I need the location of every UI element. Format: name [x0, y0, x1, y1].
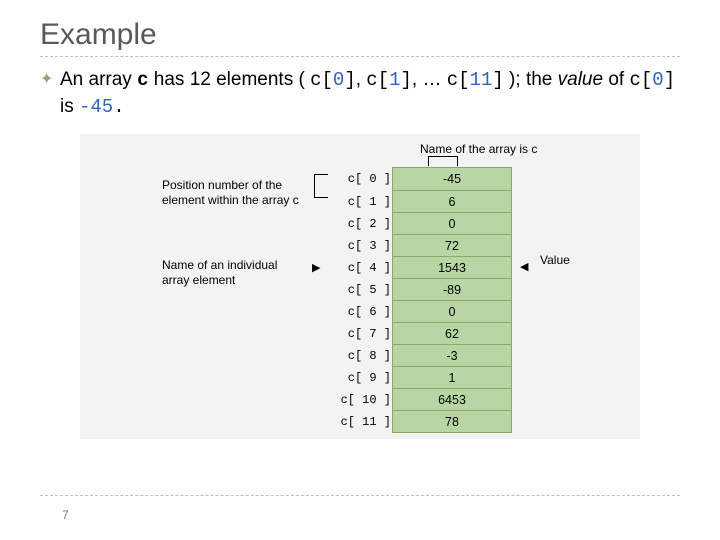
row-label: c[ 11 ] — [337, 411, 391, 433]
t: ); the — [504, 69, 558, 90]
val-l: c[ — [629, 69, 652, 91]
ex1-r: ] — [401, 69, 412, 91]
array-figure: Name of the array is c Position number o… — [80, 134, 640, 439]
row-label: c[ 0 ] — [337, 168, 391, 190]
ann-position-connector — [314, 174, 328, 198]
t: of — [603, 69, 629, 90]
table-row: c[ 9 ]1 — [393, 366, 511, 388]
row-label: c[ 9 ] — [337, 367, 391, 389]
row-label: c[ 8 ] — [337, 345, 391, 367]
row-label: c[ 5 ] — [337, 279, 391, 301]
ex1-l: c[ — [366, 69, 389, 91]
row-value: 72 — [393, 235, 511, 256]
array-table: c[ 0 ]-45 c[ 1 ]6 c[ 2 ]0 c[ 3 ]72 c[ 4 … — [392, 167, 512, 433]
ann-indiv-l1: Name of an individual — [162, 258, 312, 273]
row-label: c[ 10 ] — [337, 389, 391, 411]
t: , … — [412, 69, 447, 90]
row-value: 6 — [393, 191, 511, 212]
table-row: c[ 8 ]-3 — [393, 344, 511, 366]
ex11-i: 11 — [470, 69, 493, 91]
ex0-l: c[ — [310, 69, 333, 91]
row-label: c[ 2 ] — [337, 213, 391, 235]
body-paragraph: ✦ An array c has 12 elements ( c[0], c[1… — [40, 67, 680, 120]
footer-divider — [40, 495, 680, 496]
row-label: c[ 4 ] — [337, 257, 391, 279]
t: , — [356, 69, 367, 90]
slide-title: Example — [40, 18, 680, 52]
row-value: -45 — [393, 168, 511, 190]
row-label: c[ 6 ] — [337, 301, 391, 323]
ann-individual-element: Name of an individual array element — [162, 258, 312, 288]
ann-top-connector — [428, 156, 458, 166]
table-row: c[ 11 ]78 — [393, 410, 511, 432]
val-i: 0 — [652, 69, 663, 91]
ann-position-l2: element within the array c — [162, 193, 312, 208]
ex11-r: ] — [492, 69, 503, 91]
table-row: c[ 1 ]6 — [393, 190, 511, 212]
row-value: 1543 — [393, 257, 511, 278]
table-row: c[ 3 ]72 — [393, 234, 511, 256]
row-label: c[ 3 ] — [337, 235, 391, 257]
bullet-icon: ✦ — [40, 69, 53, 91]
neg45: -45 — [79, 96, 113, 118]
arr-name: c — [137, 69, 148, 91]
t: is — [60, 96, 79, 117]
arrow-right-icon: ▶ — [312, 261, 320, 274]
row-value: 1 — [393, 367, 511, 388]
ex11-l: c[ — [447, 69, 470, 91]
period: . — [113, 96, 124, 118]
val-r: ] — [664, 69, 675, 91]
arrow-left-icon: ◀ — [520, 260, 528, 273]
table-row: c[ 7 ]62 — [393, 322, 511, 344]
row-value: 0 — [393, 213, 511, 234]
page-number: 7 — [62, 508, 69, 522]
ex0-r: ] — [344, 69, 355, 91]
row-value: -89 — [393, 279, 511, 300]
table-row: c[ 10 ]6453 — [393, 388, 511, 410]
ex0-i: 0 — [333, 69, 344, 91]
row-label: c[ 7 ] — [337, 323, 391, 345]
title-divider — [40, 56, 680, 57]
ann-position-number: Position number of the element within th… — [162, 178, 312, 208]
row-value: -3 — [393, 345, 511, 366]
ann-position-l1: Position number of the — [162, 178, 312, 193]
ex1-i: 1 — [389, 69, 400, 91]
ann-array-name: Name of the array is c — [420, 142, 537, 157]
table-row: c[ 4 ]1543 — [393, 256, 511, 278]
row-value: 78 — [393, 411, 511, 432]
table-row: c[ 5 ]-89 — [393, 278, 511, 300]
ann-value: Value — [540, 253, 570, 268]
t: has 12 elements ( — [149, 69, 311, 90]
value-word: value — [558, 69, 603, 90]
row-value: 6453 — [393, 389, 511, 410]
row-value: 0 — [393, 301, 511, 322]
table-row: c[ 0 ]-45 — [393, 168, 511, 190]
row-label: c[ 1 ] — [337, 191, 391, 213]
t: An array — [60, 69, 137, 90]
table-row: c[ 2 ]0 — [393, 212, 511, 234]
row-value: 62 — [393, 323, 511, 344]
slide: Example ✦ An array c has 12 elements ( c… — [0, 0, 720, 540]
ann-indiv-l2: array element — [162, 273, 312, 288]
table-row: c[ 6 ]0 — [393, 300, 511, 322]
